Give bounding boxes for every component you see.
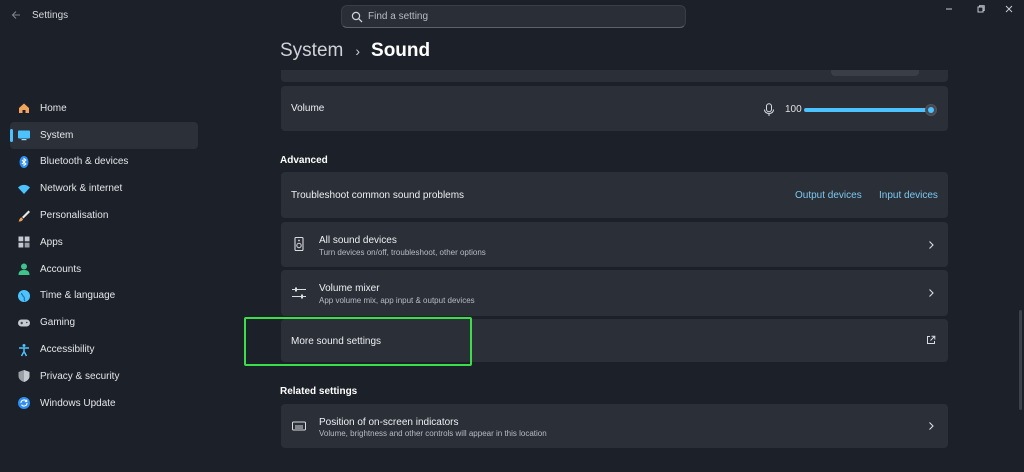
volume-slider-thumb[interactable]: [925, 104, 937, 116]
sidebar-item-bluetooth[interactable]: Bluetooth & devices: [10, 149, 198, 176]
accessibility-icon: [17, 343, 31, 357]
app-title: Settings: [32, 10, 69, 21]
scrolled-card-fragment: [281, 70, 948, 82]
sidebar-item-windows-update[interactable]: Windows Update: [10, 390, 198, 417]
system-icon: [17, 128, 31, 142]
globe-icon: [17, 289, 31, 303]
sidebar-item-personalisation[interactable]: Personalisation: [10, 202, 198, 229]
sidebar-item-label: Accessibility: [40, 344, 95, 356]
search-box[interactable]: [341, 5, 686, 28]
sidebar-item-label: Home: [40, 102, 67, 114]
person-icon: [17, 262, 31, 276]
chevron-right-icon: [929, 241, 934, 249]
input-devices-link[interactable]: Input devices: [879, 190, 938, 201]
indicator-keyboard-icon: [292, 421, 306, 431]
volume-mixer-row[interactable]: Volume mixer App volume mix, app input &…: [281, 270, 948, 316]
scrollbar[interactable]: [1019, 310, 1022, 410]
back-arrow-icon: [11, 11, 20, 19]
volume-mixer-subtitle: App volume mix, app input & output devic…: [319, 296, 475, 305]
output-devices-link[interactable]: Output devices: [795, 190, 862, 201]
sidebar-item-label: Privacy & security: [40, 370, 120, 382]
sidebar-item-label: Bluetooth & devices: [40, 156, 129, 168]
breadcrumb: System › Sound: [280, 38, 430, 64]
sidebar-nav: Home System Bluetooth & devices Network …: [10, 95, 198, 417]
sidebar-item-label: Accounts: [40, 263, 82, 275]
volume-slider-track[interactable]: [804, 108, 928, 112]
volume-label: Volume: [291, 103, 325, 114]
troubleshoot-label: Troubleshoot common sound problems: [291, 190, 465, 201]
sidebar-item-apps[interactable]: Apps: [10, 229, 198, 256]
onscreen-indicators-subtitle: Volume, brightness and other controls wi…: [319, 429, 547, 438]
close-button[interactable]: [994, 4, 1024, 20]
sidebar-item-network[interactable]: Network & internet: [10, 175, 198, 202]
update-icon: [17, 396, 31, 410]
shield-icon: [17, 369, 31, 383]
sidebar-item-label: Windows Update: [40, 397, 116, 409]
sidebar-item-label: System: [40, 129, 74, 141]
external-link-icon: [927, 335, 936, 344]
gamepad-icon: [17, 316, 31, 330]
search-icon: [351, 11, 363, 23]
restore-icon: [977, 5, 985, 13]
volume-value: 100: [785, 104, 802, 115]
breadcrumb-system-link[interactable]: System: [280, 40, 343, 62]
home-icon: [17, 101, 31, 115]
sidebar-item-label: Personalisation: [40, 210, 109, 222]
minimize-button[interactable]: [934, 4, 964, 20]
bluetooth-icon: [17, 155, 31, 169]
sidebar-item-time-language[interactable]: Time & language: [10, 283, 198, 310]
wifi-icon: [17, 182, 31, 196]
chevron-right-icon: [929, 422, 934, 430]
minimize-icon: [946, 8, 952, 10]
search-input[interactable]: [368, 9, 668, 24]
sidebar-item-gaming[interactable]: Gaming: [10, 309, 198, 336]
onscreen-indicators-title: Position of on-screen indicators: [319, 417, 459, 428]
related-settings-heading: Related settings: [280, 386, 358, 397]
all-sound-devices-row[interactable]: All sound devices Turn devices on/off, t…: [281, 222, 948, 267]
sidebar-item-accounts[interactable]: Accounts: [10, 256, 198, 283]
volume-mixer-title: Volume mixer: [319, 283, 380, 294]
onscreen-indicators-row[interactable]: Position of on-screen indicators Volume,…: [281, 404, 948, 448]
sidebar-item-label: Apps: [40, 236, 63, 248]
close-icon: [1005, 5, 1013, 13]
sidebar-item-privacy[interactable]: Privacy & security: [10, 363, 198, 390]
sidebar-item-label: Time & language: [40, 290, 116, 302]
sidebar-item-label: Network & internet: [40, 183, 123, 195]
sidebar-item-system[interactable]: System: [10, 121, 198, 149]
highlight-box: [244, 317, 472, 366]
chevron-right-icon: [929, 289, 934, 297]
sidebar-item-label: Gaming: [40, 317, 76, 329]
all-sound-devices-title: All sound devices: [319, 235, 397, 246]
back-button[interactable]: [8, 9, 24, 23]
advanced-heading: Advanced: [280, 155, 328, 166]
brush-icon: [17, 209, 31, 223]
page-title: Sound: [371, 40, 431, 61]
all-sound-devices-subtitle: Turn devices on/off, troubleshoot, other…: [319, 248, 486, 257]
troubleshoot-card: Troubleshoot common sound problems Outpu…: [281, 172, 948, 218]
volume-card: Volume 100: [281, 86, 948, 131]
mixer-icon: [292, 287, 306, 299]
apps-icon: [17, 235, 31, 249]
sidebar-item-accessibility[interactable]: Accessibility: [10, 336, 198, 363]
microphone-icon[interactable]: [763, 103, 775, 117]
scrolled-button-fragment[interactable]: [831, 70, 919, 76]
sidebar-item-home[interactable]: Home: [10, 95, 198, 122]
title-bar: Settings: [0, 0, 1024, 34]
maximize-button[interactable]: [966, 4, 996, 20]
speaker-device-icon: [294, 236, 304, 252]
breadcrumb-separator: ›: [355, 43, 361, 59]
